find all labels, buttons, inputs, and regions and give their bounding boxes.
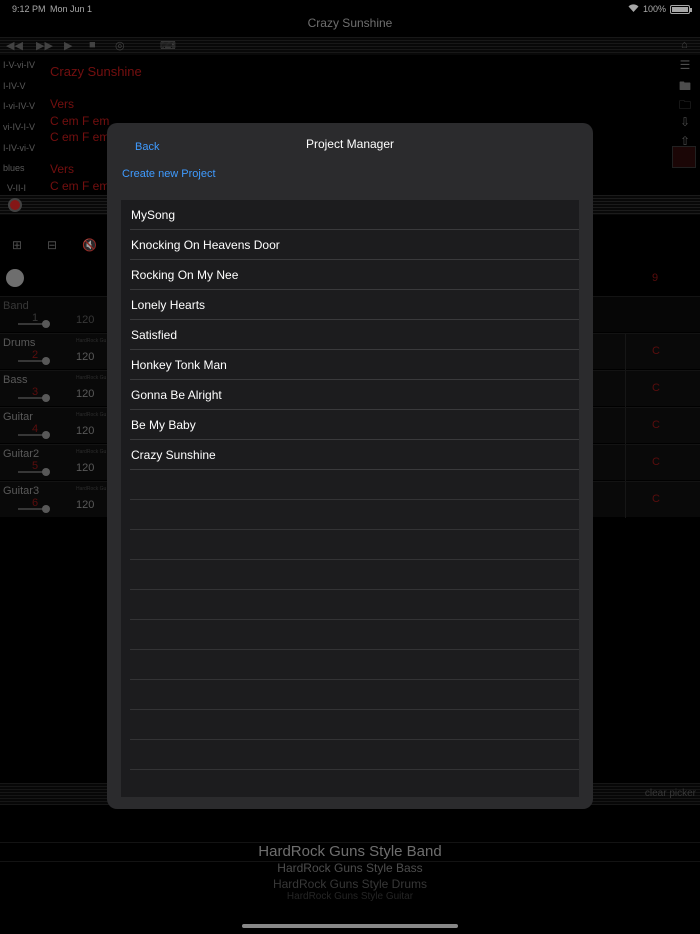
list-item[interactable]: MySong — [130, 200, 579, 230]
home-indicator[interactable] — [242, 924, 458, 928]
empty-row — [130, 590, 579, 620]
project-name: Rocking On My Nee — [131, 268, 239, 282]
empty-row — [130, 650, 579, 680]
project-name: Honkey Tonk Man — [131, 358, 227, 372]
project-name: Crazy Sunshine — [131, 448, 216, 462]
list-item[interactable]: Crazy Sunshine — [130, 440, 579, 470]
back-button[interactable]: Back — [135, 141, 159, 153]
empty-row — [130, 500, 579, 530]
empty-row — [130, 770, 579, 797]
empty-row — [130, 470, 579, 500]
project-name: Gonna Be Alright — [131, 388, 222, 402]
list-item[interactable]: Honkey Tonk Man — [130, 350, 579, 380]
project-name: Satisfied — [131, 328, 178, 342]
empty-row — [130, 680, 579, 710]
create-project-button[interactable]: Create new Project — [122, 168, 216, 180]
project-name: Be My Baby — [131, 418, 196, 432]
list-item[interactable]: Knocking On Heavens Door — [130, 230, 579, 260]
empty-row — [130, 740, 579, 770]
list-item[interactable]: Be My Baby — [130, 410, 579, 440]
project-manager-modal: Project Manager Back Create new Project … — [107, 123, 593, 809]
project-name: MySong — [131, 208, 176, 222]
project-name: Knocking On Heavens Door — [131, 238, 280, 252]
project-list: MySong Knocking On Heavens Door Rocking … — [121, 200, 579, 797]
empty-row — [130, 710, 579, 740]
empty-row — [130, 620, 579, 650]
empty-row — [130, 560, 579, 590]
empty-row — [130, 530, 579, 560]
list-item[interactable]: Lonely Hearts — [130, 290, 579, 320]
project-name: Lonely Hearts — [131, 298, 206, 312]
list-item[interactable]: Gonna Be Alright — [130, 380, 579, 410]
list-item[interactable]: Rocking On My Nee — [130, 260, 579, 290]
list-item[interactable]: Satisfied — [130, 320, 579, 350]
modal-title: Project Manager — [305, 137, 395, 151]
